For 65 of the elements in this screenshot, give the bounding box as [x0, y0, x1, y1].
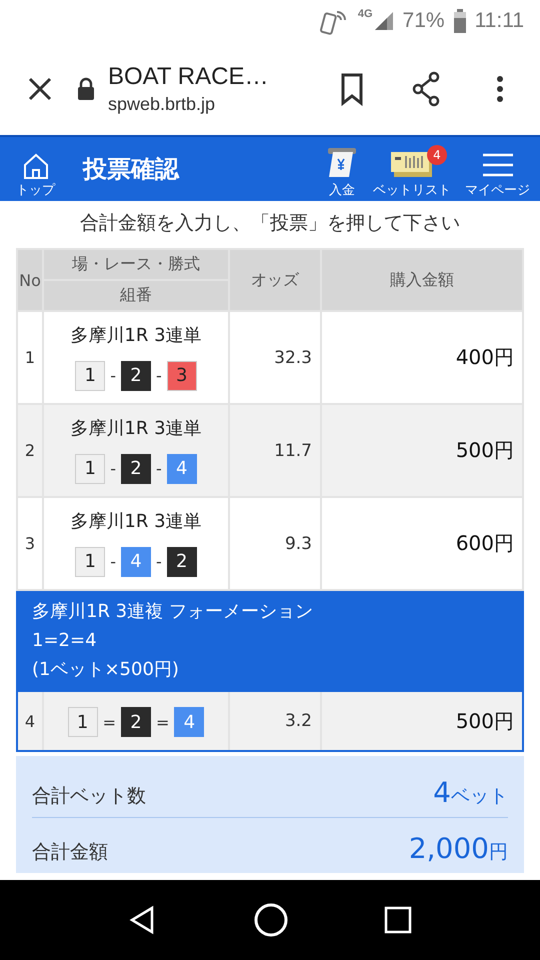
- boat-number: 4: [121, 546, 151, 576]
- count-badge: 4: [427, 145, 447, 165]
- boat-number: 4: [166, 454, 197, 484]
- clock: 11:11: [474, 9, 524, 33]
- row-number: 2: [17, 404, 43, 497]
- formation-text: (1ベット×500円): [32, 658, 180, 682]
- race-name: 多摩川1R 3連単: [69, 324, 203, 346]
- column-header: 場・レース・勝式: [43, 249, 229, 280]
- column-header: 購入金額: [321, 249, 523, 311]
- race-name: 多摩川1R 3連単: [69, 416, 203, 440]
- row-number: 4: [17, 691, 43, 751]
- page-title: BOAT RACE…: [108, 62, 270, 90]
- summary-value: 4: [433, 776, 451, 809]
- boat-number: 1: [75, 454, 106, 484]
- formation-text: 1=2=4: [32, 629, 98, 653]
- separator: -: [110, 366, 116, 385]
- summary-unit: ベット: [451, 784, 508, 809]
- odds-cell: 11.7: [229, 404, 321, 497]
- boat-number: 3: [166, 360, 197, 390]
- separator: -: [156, 366, 162, 385]
- summary-unit: 円: [489, 840, 508, 865]
- signal-icon: [372, 10, 395, 32]
- boat-number: 1: [75, 360, 106, 390]
- lock-icon: [76, 76, 96, 100]
- ticket-icon: [390, 149, 434, 179]
- boat-number: 1: [68, 707, 98, 737]
- amount-cell: 500円: [321, 691, 523, 751]
- home-icon: [22, 153, 50, 179]
- recents-icon[interactable]: [384, 906, 412, 934]
- formation-text: 多摩川1R 3連複 フォーメーション: [32, 600, 314, 624]
- boat-number: 4: [174, 707, 204, 737]
- separator: -: [110, 459, 116, 478]
- cash-slot-icon: [325, 147, 359, 179]
- boat-number: 2: [121, 707, 151, 737]
- row-number: 3: [17, 497, 43, 590]
- summary-value: 2,000: [408, 832, 489, 865]
- battery-icon: [452, 9, 467, 33]
- amount-cell: 500円: [321, 404, 523, 497]
- instruction-text: 合計金額を入力し、「投票」を押して下さい: [79, 211, 461, 236]
- separator: -: [156, 552, 162, 571]
- header-link[interactable]: 入金: [329, 181, 355, 199]
- row-number: 1: [17, 311, 43, 404]
- boat-number: 2: [121, 360, 151, 390]
- summary-label: 合計ベット数: [32, 784, 146, 809]
- network-type: 4G: [358, 8, 373, 20]
- separator: -: [156, 459, 162, 478]
- separator: -: [110, 552, 116, 571]
- summary-label: 合計金額: [32, 840, 108, 865]
- page-url: spweb.brtb.jp: [108, 94, 216, 114]
- column-header: オッズ: [229, 249, 321, 311]
- separator: =: [156, 712, 170, 732]
- separator: =: [102, 712, 116, 732]
- header-link[interactable]: マイページ: [465, 181, 530, 199]
- screen-title: 投票確認: [83, 154, 180, 185]
- boat-number: 2: [166, 546, 197, 576]
- column-header: No: [17, 249, 43, 311]
- home-icon[interactable]: [252, 902, 289, 938]
- battery-percent: 71%: [402, 9, 445, 33]
- odds-cell: 3.2: [229, 691, 321, 751]
- race-name: 多摩川1R 3連単: [69, 510, 203, 532]
- header-link[interactable]: トップ: [16, 181, 55, 199]
- boat-number: 2: [121, 454, 151, 484]
- header-link[interactable]: ベットリスト: [373, 181, 451, 199]
- column-header: 組番: [43, 280, 229, 311]
- boat-number: 1: [75, 546, 106, 576]
